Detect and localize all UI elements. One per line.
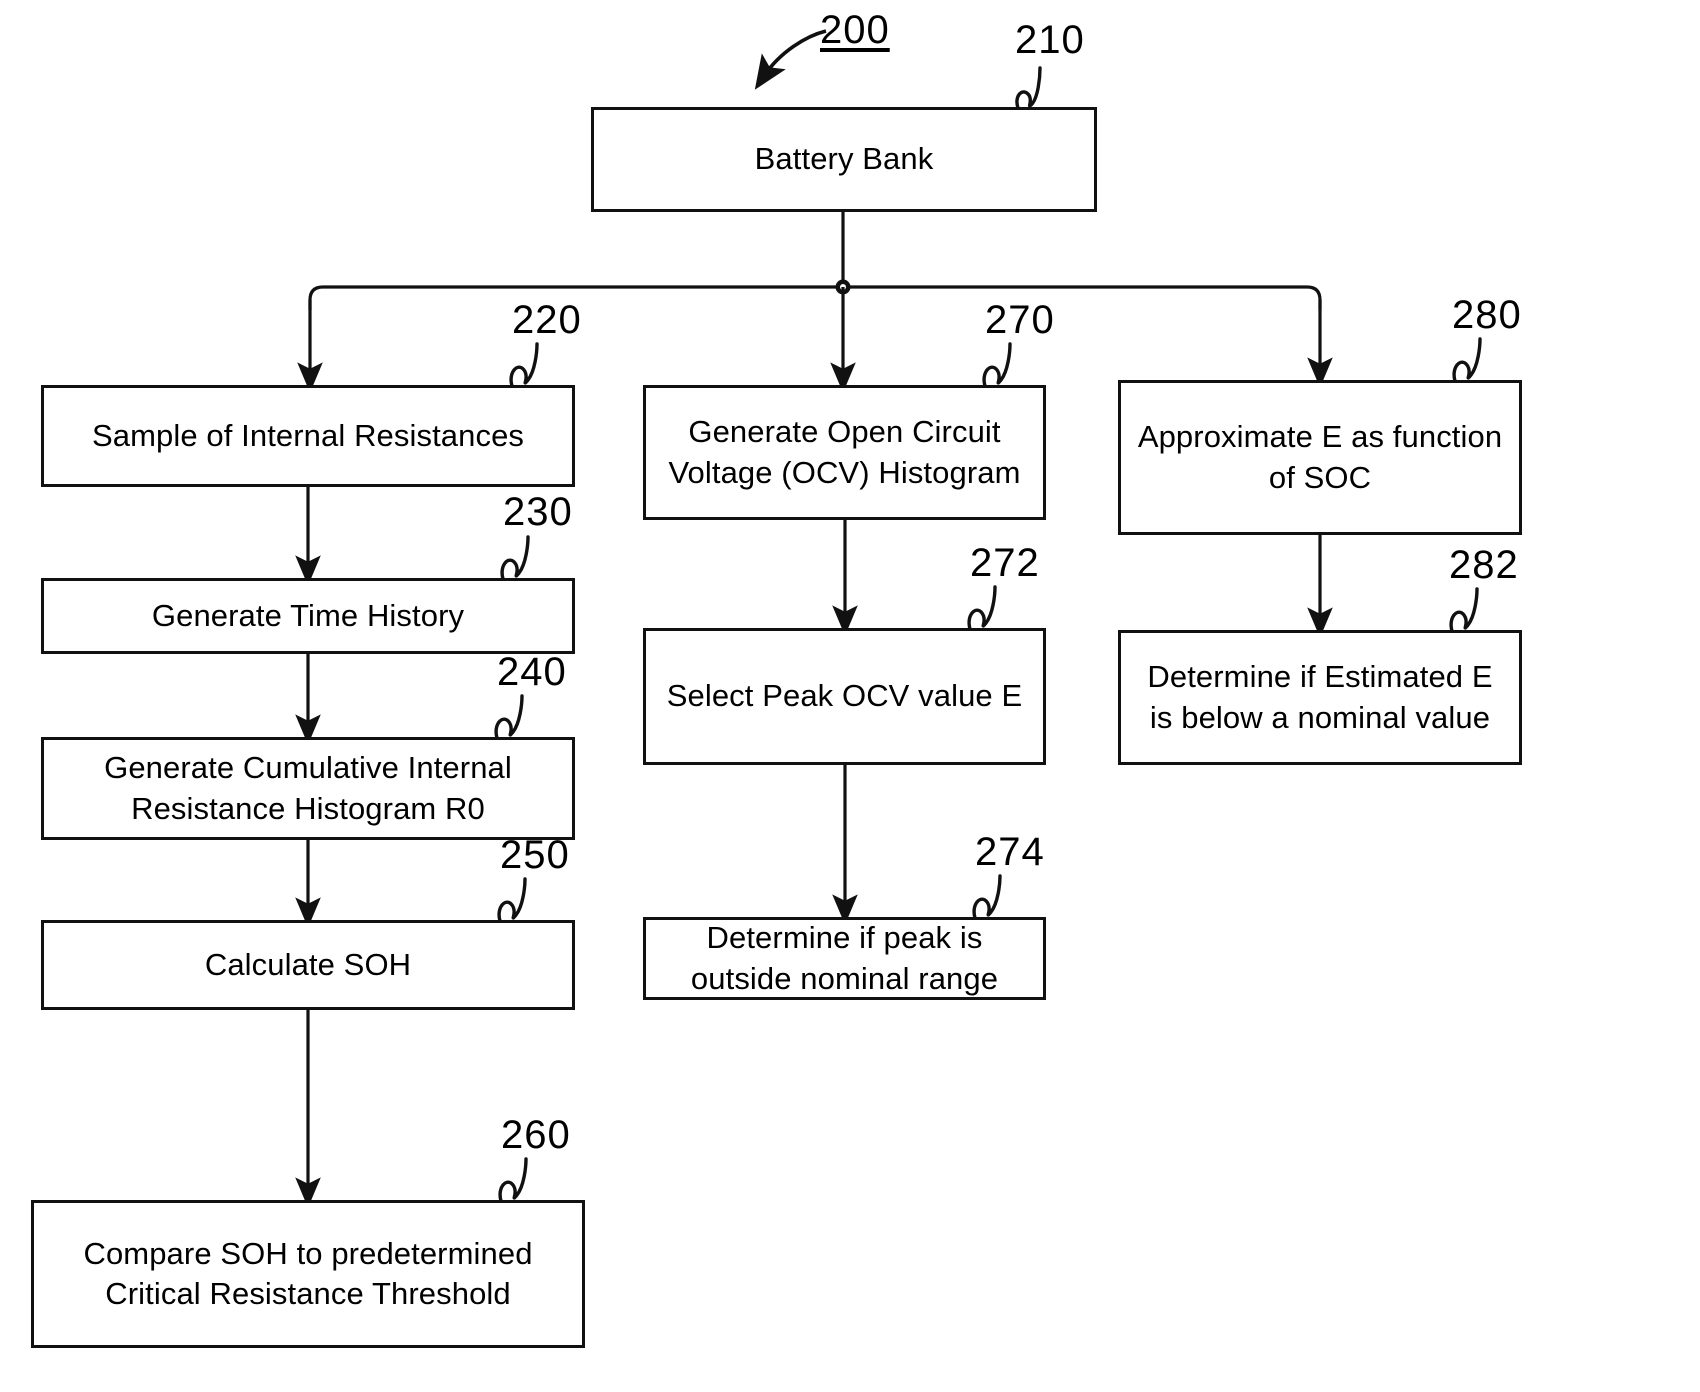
- node-compare-soh-line1: Compare SOH to predetermined: [83, 1235, 533, 1271]
- node-ocv-histogram-line1: Generate Open Circuit: [688, 414, 1001, 450]
- node-battery-bank-label: Battery Bank: [754, 141, 934, 177]
- node-compare-soh-label: Compare SOH to predetermined Critical Re…: [73, 1234, 542, 1315]
- node-approximate-e-soc-line2: of SOC: [1268, 459, 1372, 495]
- node-peak-outside-range-line1: Determine if peak is: [706, 920, 983, 956]
- ref-272: 272: [970, 541, 1040, 585]
- node-approximate-e-soc[interactable]: Approximate E as function of SOC: [1118, 380, 1522, 535]
- node-sample-internal-resistances-label: Sample of Internal Resistances: [91, 417, 525, 453]
- node-calculate-soh[interactable]: Calculate SOH: [41, 920, 575, 1010]
- ref-240: 240: [497, 650, 567, 694]
- node-peak-outside-range-line2: outside nominal range: [690, 960, 999, 996]
- node-calculate-soh-label: Calculate SOH: [204, 946, 412, 982]
- ref-230: 230: [503, 490, 573, 534]
- node-cumulative-histogram-line1: Generate Cumulative Internal: [104, 750, 512, 786]
- node-generate-time-history-label: Generate Time History: [151, 597, 465, 633]
- node-cumulative-histogram-line2: Resistance Histogram R0: [131, 790, 485, 826]
- ref-270: 270: [985, 298, 1055, 342]
- patent-figure-canvas: 200 210 220 230 240 250 260 270 272 274 …: [0, 0, 1700, 1392]
- node-estimated-e-below-nominal-label: Determine if Estimated E is below a nomi…: [1137, 657, 1502, 738]
- node-estimated-e-below-nominal[interactable]: Determine if Estimated E is below a nomi…: [1118, 630, 1522, 765]
- node-compare-soh-line2: Critical Resistance Threshold: [105, 1276, 511, 1311]
- ref-220: 220: [512, 298, 582, 342]
- figure-ref-200: 200: [820, 8, 890, 52]
- node-peak-outside-range-label: Determine if peak is outside nominal ran…: [681, 918, 1008, 999]
- node-battery-bank[interactable]: Battery Bank: [591, 107, 1097, 212]
- node-ocv-histogram[interactable]: Generate Open Circuit Voltage (OCV) Hist…: [643, 385, 1046, 520]
- node-select-peak-ocv-label: Select Peak OCV value E: [666, 678, 1023, 714]
- node-approximate-e-soc-line1: Approximate E as function: [1137, 419, 1503, 455]
- node-ocv-histogram-line2: Voltage (OCV) Histogram: [668, 454, 1021, 490]
- node-cumulative-histogram-label: Generate Cumulative Internal Resistance …: [94, 748, 522, 829]
- node-estimated-e-below-nominal-line2: is below a nominal value: [1149, 699, 1491, 735]
- node-approximate-e-soc-label: Approximate E as function of SOC: [1128, 417, 1512, 498]
- node-cumulative-histogram[interactable]: Generate Cumulative Internal Resistance …: [41, 737, 575, 840]
- node-estimated-e-below-nominal-line1: Determine if Estimated E: [1147, 659, 1493, 695]
- node-generate-time-history[interactable]: Generate Time History: [41, 578, 575, 654]
- node-select-peak-ocv[interactable]: Select Peak OCV value E: [643, 628, 1046, 765]
- ref-260: 260: [501, 1113, 571, 1157]
- ref-210: 210: [1015, 18, 1085, 62]
- ref-280: 280: [1452, 293, 1522, 337]
- node-compare-soh[interactable]: Compare SOH to predetermined Critical Re…: [31, 1200, 585, 1348]
- node-sample-internal-resistances[interactable]: Sample of Internal Resistances: [41, 385, 575, 487]
- ref-274: 274: [975, 830, 1045, 874]
- node-ocv-histogram-label: Generate Open Circuit Voltage (OCV) Hist…: [658, 412, 1030, 493]
- ref-282: 282: [1449, 543, 1519, 587]
- node-peak-outside-range[interactable]: Determine if peak is outside nominal ran…: [643, 917, 1046, 1000]
